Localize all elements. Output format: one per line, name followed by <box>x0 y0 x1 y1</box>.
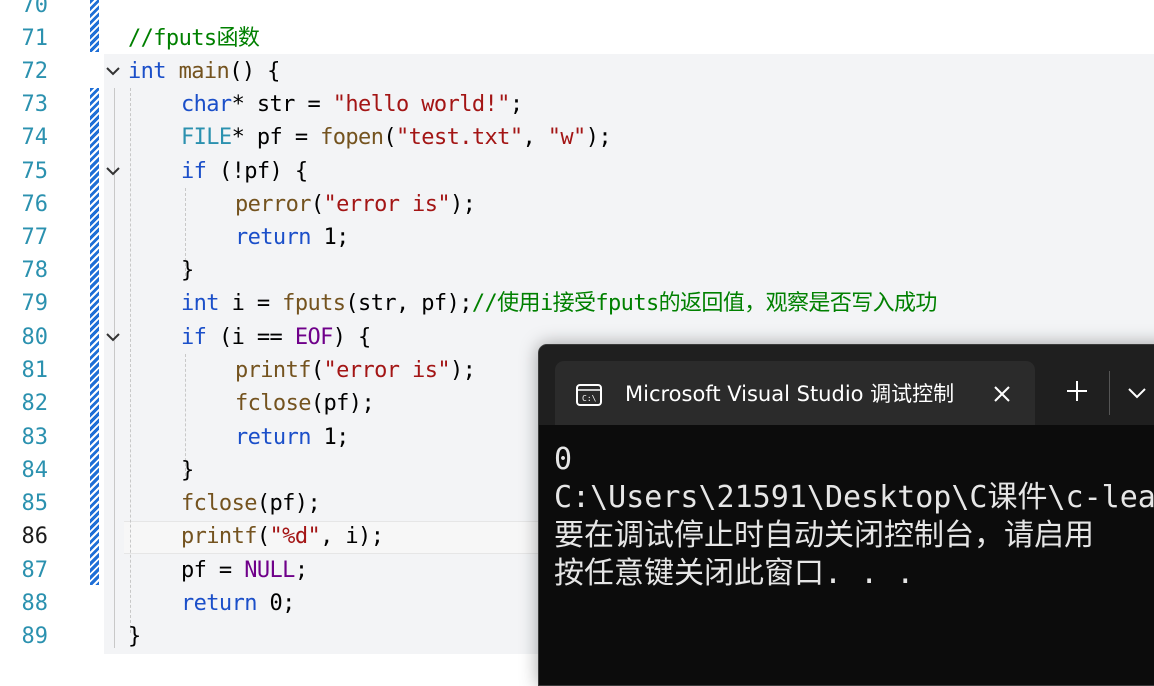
console-output-line: 按任意键关闭此窗口. . . <box>554 556 915 591</box>
line-number: 87 <box>21 558 49 583</box>
code-text: char* str = "hello world!"; <box>181 92 523 117</box>
line-number: 86 <box>21 524 49 549</box>
code-line[interactable]: 74 FILE* pf = fopen("test.txt", "w"); <box>0 121 1154 154</box>
line-number: 76 <box>21 192 49 217</box>
line-number: 79 <box>21 291 49 316</box>
line-number: 82 <box>21 391 49 416</box>
line-number: 75 <box>21 159 49 184</box>
line-number: 89 <box>21 624 49 649</box>
console-tab[interactable]: C:\ Microsoft Visual Studio 调试控制台 <box>555 361 1035 425</box>
console-output-line: C:\Users\21591\Desktop\C课件\c-learning\De… <box>554 480 1154 515</box>
code-line[interactable]: 79 int i = fputs(str, pf);//使用i接受fputs的返… <box>0 287 1154 320</box>
line-number: 73 <box>21 92 49 117</box>
code-text: int main() { <box>128 59 280 84</box>
debug-console-window[interactable]: C:\ Microsoft Visual Studio 调试控制台 0 C:\U… <box>538 344 1154 686</box>
console-output: 0 C:\Users\21591\Desktop\C课件\c-learning\… <box>554 441 1154 593</box>
console-output-line: 要在调试停止时自动关闭控制台，请启用 <box>554 518 1094 553</box>
code-text: if (i == EOF) { <box>181 325 371 350</box>
code-line[interactable]: 75 if (!pf) { <box>0 155 1154 188</box>
code-text: } <box>128 624 141 649</box>
code-line[interactable]: 71 //fputs函数 <box>0 22 1154 55</box>
line-number: 83 <box>21 425 49 450</box>
code-text: FILE* pf = fopen("test.txt", "w"); <box>181 125 612 150</box>
code-text: printf("%d", i); <box>181 524 384 549</box>
code-text: perror("error is"); <box>235 192 476 217</box>
code-text: if (!pf) { <box>181 159 308 184</box>
line-number: 81 <box>21 358 49 383</box>
code-text: int i = fputs(str, pf);//使用i接受fputs的返回值，… <box>181 291 937 316</box>
line-number: 72 <box>21 59 49 84</box>
plus-icon[interactable] <box>1063 377 1091 405</box>
code-text: fclose(pf); <box>235 391 375 416</box>
line-number: 80 <box>21 325 49 350</box>
code-line[interactable]: 76 perror("error is"); <box>0 188 1154 221</box>
code-line[interactable]: 78 } <box>0 254 1154 287</box>
chevron-down-icon[interactable] <box>1125 383 1149 403</box>
console-titlebar[interactable]: C:\ Microsoft Visual Studio 调试控制台 <box>539 345 1154 425</box>
code-text: return 0; <box>181 591 295 616</box>
code-line[interactable]: 72 int main() { <box>0 55 1154 88</box>
console-output-line: 0 <box>554 442 573 477</box>
code-line[interactable]: 77 return 1; <box>0 221 1154 254</box>
line-number: 85 <box>21 491 49 516</box>
code-text: printf("error is"); <box>235 358 476 383</box>
code-text: } <box>181 458 194 483</box>
close-icon[interactable] <box>987 379 1017 409</box>
line-number: 78 <box>21 258 49 283</box>
line-number: 77 <box>21 225 49 250</box>
code-comment: //fputs函数 <box>128 26 260 51</box>
titlebar-divider <box>1109 371 1110 415</box>
line-number: 88 <box>21 591 49 616</box>
line-number: 70 <box>21 0 49 18</box>
console-icon: C:\ <box>575 381 603 409</box>
code-line[interactable]: 70 <box>0 0 1154 22</box>
line-number: 84 <box>21 458 49 483</box>
line-number: 74 <box>21 125 49 150</box>
code-text: } <box>181 258 194 283</box>
svg-text:C:\: C:\ <box>582 394 597 403</box>
code-line[interactable]: 73 char* str = "hello world!"; <box>0 88 1154 121</box>
code-text: return 1; <box>235 425 349 450</box>
code-text: return 1; <box>235 225 349 250</box>
console-tab-title: Microsoft Visual Studio 调试控制台 <box>625 382 955 406</box>
line-number: 71 <box>21 26 49 51</box>
code-text: pf = NULL; <box>181 558 308 583</box>
code-text: fclose(pf); <box>181 491 321 516</box>
